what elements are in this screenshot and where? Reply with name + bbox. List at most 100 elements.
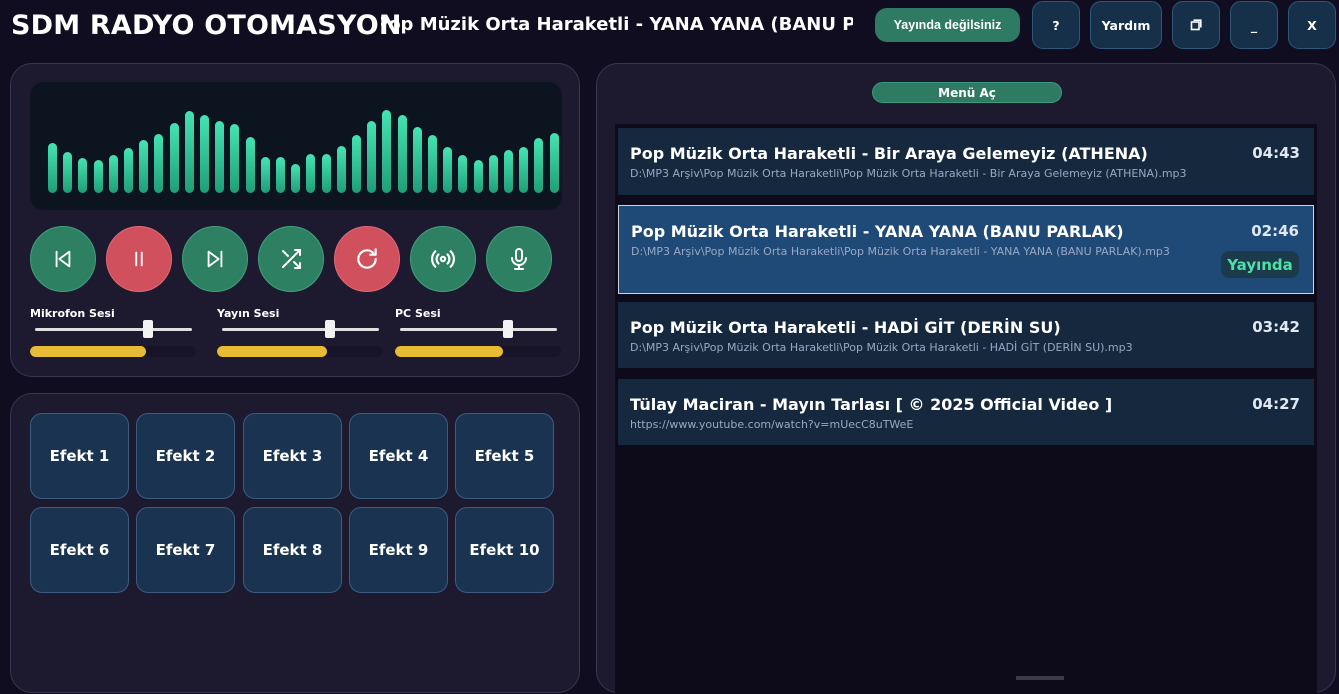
track-duration: 04:27	[1252, 395, 1300, 413]
repeat-icon	[357, 248, 377, 269]
visualizer-bar	[367, 121, 377, 193]
playlist-track[interactable]: Pop Müzik Orta Haraketli - Bir Araya Gel…	[618, 128, 1314, 195]
visualizer-bar	[291, 164, 301, 193]
microphone-icon	[511, 248, 527, 270]
playlist-track-active[interactable]: Pop Müzik Orta Haraketli - YANA YANA (BA…	[618, 205, 1314, 294]
visualizer-bar	[78, 158, 88, 193]
track-duration: 02:46	[1251, 222, 1299, 240]
horizontal-scrollbar[interactable]	[1016, 676, 1064, 680]
visualizer-bar	[93, 160, 103, 193]
visualizer-bar	[306, 154, 316, 193]
effect-8-button[interactable]: Efekt 8	[243, 507, 342, 593]
effect-3-button[interactable]: Efekt 3	[243, 413, 342, 499]
effect-10-button[interactable]: Efekt 10	[455, 507, 554, 593]
visualizer-bar	[443, 147, 453, 193]
mic-volume-slider[interactable]	[35, 320, 192, 338]
pc-volume-group: PC Sesi	[395, 304, 561, 360]
visualizer-bar	[397, 115, 407, 193]
visualizer-bar	[428, 135, 437, 193]
track-path: D:\MP3 Arşiv\Pop Müzik Orta Haraketli\Po…	[630, 341, 1133, 354]
broadcast-level-fill	[217, 346, 327, 357]
help-button[interactable]: Yardım	[1090, 1, 1162, 49]
audio-visualizer	[30, 82, 562, 210]
app-title: SDM RADYO OTOMASYON	[11, 10, 402, 41]
pause-button[interactable]	[106, 226, 172, 292]
visualizer-bar	[124, 148, 133, 193]
pc-volume-thumb[interactable]	[503, 320, 513, 338]
visualizer-bar	[473, 160, 483, 193]
player-panel: Mikrofon Sesi Yayın Sesi PC Sesi	[10, 63, 580, 377]
effect-2-button[interactable]: Efekt 2	[136, 413, 235, 499]
previous-button[interactable]	[30, 226, 96, 292]
visualizer-bar	[48, 143, 57, 193]
broadcast-volume-label: Yayın Sesi	[217, 307, 280, 320]
visualizer-bar	[534, 138, 544, 193]
visualizer-bar	[504, 150, 513, 193]
track-duration: 03:42	[1252, 318, 1300, 336]
visualizer-bar	[63, 152, 73, 193]
pc-volume-label: PC Sesi	[395, 307, 441, 320]
visualizer-bar	[108, 155, 118, 193]
effect-1-button[interactable]: Efekt 1	[30, 413, 129, 499]
broadcast-button[interactable]	[410, 226, 476, 292]
mic-volume-group: Mikrofon Sesi	[30, 304, 196, 360]
track-title: Pop Müzik Orta Haraketli - HADİ GİT (DER…	[630, 318, 1061, 337]
effect-6-button[interactable]: Efekt 6	[30, 507, 129, 593]
visualizer-bar	[139, 140, 149, 193]
visualizer-bar	[321, 154, 331, 193]
now-playing-marquee: Pop Müzik Orta Haraketli - YANA YANA (BA…	[381, 12, 853, 40]
playlist-list: Pop Müzik Orta Haraketli - Bir Araya Gel…	[615, 124, 1317, 694]
shuffle-icon	[282, 249, 301, 269]
visualizer-bar	[412, 127, 422, 193]
pc-volume-slider[interactable]	[400, 320, 557, 338]
effect-9-button[interactable]: Efekt 9	[349, 507, 448, 593]
restore-icon	[1190, 19, 1202, 31]
live-status-button[interactable]: Yayında değilsiniz	[875, 8, 1020, 42]
broadcast-volume-group: Yayın Sesi	[217, 304, 383, 360]
repeat-button[interactable]	[334, 226, 400, 292]
close-button[interactable]: X	[1288, 1, 1336, 49]
playlist-panel: Menü Aç Pop Müzik Orta Haraketli - Bir A…	[596, 63, 1336, 694]
effect-4-button[interactable]: Efekt 4	[349, 413, 448, 499]
visualizer-bar	[382, 110, 392, 193]
pc-level-fill	[395, 346, 503, 357]
playlist-track[interactable]: Tülay Maciran - Mayın Tarlası [ © 2025 O…	[618, 379, 1314, 445]
visualizer-bar	[458, 155, 468, 193]
on-air-badge: Yayında	[1221, 251, 1299, 278]
now-playing-text: Pop Müzik Orta Haraketli - YANA YANA (BA…	[381, 14, 853, 35]
visualizer-bar	[169, 123, 179, 193]
effect-7-button[interactable]: Efekt 7	[136, 507, 235, 593]
pause-icon	[135, 251, 143, 267]
question-button[interactable]: ?	[1032, 1, 1080, 49]
visualizer-bar	[245, 137, 255, 193]
broadcast-icon	[431, 250, 455, 268]
pc-level-meter	[395, 346, 561, 357]
visualizer-bar	[184, 111, 194, 193]
title-bar: SDM RADYO OTOMASYON Pop Müzik Orta Harak…	[0, 0, 1339, 55]
open-menu-button[interactable]: Menü Aç	[872, 82, 1062, 103]
broadcast-volume-slider[interactable]	[222, 320, 379, 338]
microphone-button[interactable]	[486, 226, 552, 292]
visualizer-bar	[336, 146, 346, 193]
track-path: https://www.youtube.com/watch?v=mUecC8uT…	[630, 418, 914, 431]
track-title: Pop Müzik Orta Haraketli - YANA YANA (BA…	[631, 222, 1124, 241]
minimize-button[interactable]: _	[1230, 1, 1278, 49]
track-duration: 04:43	[1252, 144, 1300, 162]
skip-back-icon	[55, 250, 71, 268]
playlist-track[interactable]: Pop Müzik Orta Haraketli - HADİ GİT (DER…	[618, 302, 1314, 368]
visualizer-bar	[488, 155, 498, 193]
effect-5-button[interactable]: Efekt 5	[455, 413, 554, 499]
mic-level-fill	[30, 346, 147, 357]
visualizer-bar	[549, 133, 559, 193]
broadcast-level-meter	[217, 346, 383, 357]
visualizer-bar	[230, 124, 240, 193]
mic-volume-thumb[interactable]	[143, 320, 153, 338]
skip-forward-icon	[207, 250, 223, 268]
restore-button[interactable]	[1172, 1, 1220, 49]
effects-panel: Efekt 1 Efekt 2 Efekt 3 Efekt 4 Efekt 5 …	[10, 393, 580, 693]
broadcast-volume-thumb[interactable]	[325, 320, 335, 338]
visualizer-bar	[519, 147, 529, 193]
shuffle-button[interactable]	[258, 226, 324, 292]
mic-volume-label: Mikrofon Sesi	[30, 307, 115, 320]
next-button[interactable]	[182, 226, 248, 292]
